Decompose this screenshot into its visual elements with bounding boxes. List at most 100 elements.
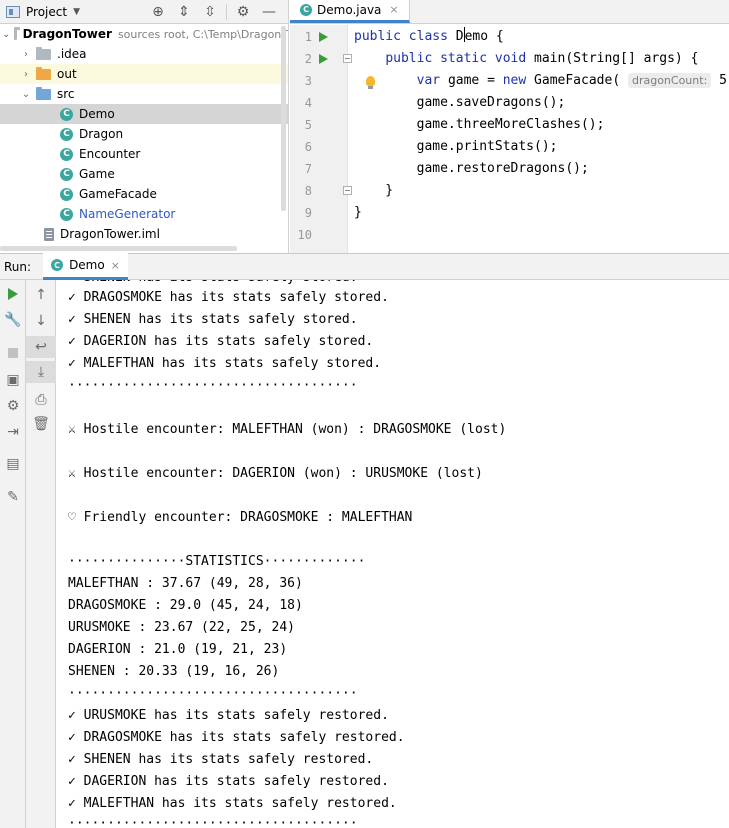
line-number: 2: [304, 52, 312, 66]
project-tree: ⌄ DragonTower sources root, C:\Temp\Drag…: [0, 24, 288, 244]
hide-icon[interactable]: —: [256, 4, 282, 20]
module-file-icon: [44, 227, 54, 241]
keyword: public class: [354, 29, 456, 44]
project-view-selector[interactable]: Project: [26, 5, 67, 19]
close-icon[interactable]: ×: [389, 3, 398, 16]
fold-icon[interactable]: [343, 54, 352, 63]
gutter-line: 10: [290, 224, 348, 246]
console-line: SHENEN : 20.33 (19, 16, 26): [68, 664, 280, 679]
tree-item-demo[interactable]: C Demo: [0, 104, 288, 124]
expand-all-icon[interactable]: ⇕: [171, 4, 197, 20]
tree-item-encounter[interactable]: C Encounter: [0, 144, 288, 164]
code-line: public class Demo {: [354, 26, 504, 48]
project-tool-window: Project ▼ ⊕ ⇕ ⇳ ⚙ — ⌄ DragonTower source…: [0, 0, 289, 253]
keyword: new: [502, 73, 535, 88]
play-icon: [8, 288, 18, 300]
console-line: ✓ DAGERION has its stats safely restored…: [68, 774, 389, 789]
code-line: game.threeMoreClashes();: [354, 117, 605, 132]
tree-item-dragontower-iml[interactable]: DragonTower.iml: [0, 224, 288, 244]
tree-item-label: NameGenerator: [79, 207, 176, 221]
code-line: game.saveDragons();: [354, 95, 566, 110]
class-icon: C: [60, 147, 73, 161]
print-button[interactable]: ⎙: [26, 389, 56, 411]
run-class-icon[interactable]: [319, 32, 328, 42]
run-main-icon[interactable]: [319, 54, 328, 64]
collapse-all-icon[interactable]: ⇳: [197, 4, 223, 20]
tree-item-gamefacade[interactable]: C GameFacade: [0, 184, 288, 204]
pin-button[interactable]: ✎: [0, 486, 26, 508]
horizontal-scrollbar[interactable]: [0, 246, 237, 251]
rerun-button[interactable]: [0, 283, 26, 305]
tree-item-namegenerator[interactable]: C NameGenerator: [0, 204, 288, 224]
code-line: }: [354, 205, 362, 220]
tree-item-label: src: [57, 87, 75, 101]
parameter-hint: dragonCount:: [627, 73, 712, 88]
chevron-down-icon[interactable]: ⌄: [2, 29, 10, 40]
gutter-line: 7: [290, 158, 348, 180]
gear-icon: ⚙: [6, 398, 20, 414]
class-name-rest: emo {: [464, 29, 504, 44]
scroll-up-button[interactable]: ↑: [26, 284, 56, 306]
code-line: game.restoreDragons();: [354, 161, 589, 176]
settings-button[interactable]: ⚙: [0, 395, 26, 417]
tree-item-dragon[interactable]: C Dragon: [0, 124, 288, 144]
gutter-line: 5: [290, 114, 348, 136]
chevron-right-icon[interactable]: ›: [20, 69, 32, 80]
line-number: 3: [304, 74, 312, 88]
console-line: ✓ DAGERION has its stats safely stored.: [68, 334, 374, 349]
gear-icon[interactable]: ⚙: [230, 4, 256, 20]
chevron-down-icon[interactable]: ⌄: [20, 89, 32, 100]
class-icon: C: [60, 107, 73, 121]
edit-config-button[interactable]: 🔧: [0, 309, 26, 331]
console-line: DAGERION : 21.0 (19, 21, 23): [68, 642, 288, 657]
code-line: var game = new GameFacade( dragonCount: …: [354, 70, 729, 92]
tree-item-src[interactable]: ⌄ src: [0, 84, 288, 104]
console-line: ✓ SHENEN has its stats safely stored.: [68, 312, 358, 327]
exit-icon: ⇥: [7, 424, 19, 440]
console-line: ✓ MALEFTHAN has its stats safely stored.: [68, 356, 382, 371]
run-toolbar-secondary: ↑ ↓ ↩ ⤓ ⎙ 🗑: [26, 280, 56, 828]
wrap-icon: ↩: [35, 339, 47, 355]
run-tab-demo[interactable]: C Demo ×: [43, 253, 128, 280]
dump-threads-button[interactable]: ▣: [0, 369, 26, 391]
code-area[interactable]: public class Demo { public static void m…: [354, 25, 729, 253]
locate-file-icon[interactable]: ⊕: [145, 4, 171, 20]
class-icon: C: [60, 207, 73, 221]
arrow-up-icon: ↑: [35, 287, 47, 303]
method-signature: main(String[] args) {: [534, 51, 699, 66]
tree-item-label: DragonTower: [22, 27, 112, 41]
class-name-start: D: [455, 29, 464, 44]
gutter-line: 8: [290, 180, 352, 202]
tree-item-label: GameFacade: [79, 187, 157, 201]
exit-button[interactable]: ⇥: [0, 421, 26, 443]
fold-icon[interactable]: [343, 186, 352, 195]
layout-button[interactable]: ▤: [0, 453, 26, 475]
chevron-down-icon[interactable]: ▼: [73, 7, 80, 17]
class-icon: C: [51, 259, 64, 271]
class-icon: C: [60, 167, 73, 181]
console-line: ✓ MALEFTHAN has its stats safely restore…: [68, 796, 397, 811]
chevron-right-icon[interactable]: ›: [20, 49, 32, 60]
pin-icon: ✎: [7, 489, 19, 505]
tree-item-idea[interactable]: › .idea: [0, 44, 288, 64]
soft-wrap-button[interactable]: ↩: [26, 336, 56, 358]
tree-item-out[interactable]: › out: [0, 64, 288, 84]
tree-item-dragontower[interactable]: ⌄ DragonTower sources root, C:\Temp\Drag…: [0, 24, 288, 44]
stop-button[interactable]: [0, 342, 26, 364]
scroll-to-end-button[interactable]: ⤓: [26, 361, 56, 383]
tree-item-game[interactable]: C Game: [0, 164, 288, 184]
clear-all-button[interactable]: 🗑: [26, 413, 56, 435]
console-output[interactable]: ✓ SHENEN has its stats safely stored. ✓ …: [57, 280, 729, 828]
vertical-scrollbar[interactable]: [281, 26, 286, 211]
line-number: 10: [297, 228, 312, 242]
console-line: ✓ DRAGOSMOKE has its stats safely stored…: [68, 290, 389, 305]
scroll-down-button[interactable]: ↓: [26, 310, 56, 332]
close-icon[interactable]: ×: [111, 259, 120, 272]
editor-gutter: 1 2 3 4 5 6 7 8 9 10: [290, 25, 352, 253]
tree-item-label: .idea: [57, 47, 87, 61]
console-line: ···············STATISTICS·············: [68, 554, 366, 569]
line-number: 7: [304, 162, 312, 176]
tab-demo-java[interactable]: C Demo.java ×: [290, 0, 410, 23]
gutter-line: 3: [290, 70, 348, 92]
console-line: ⚔ Hostile encounter: MALEFTHAN (won) : D…: [68, 422, 507, 437]
